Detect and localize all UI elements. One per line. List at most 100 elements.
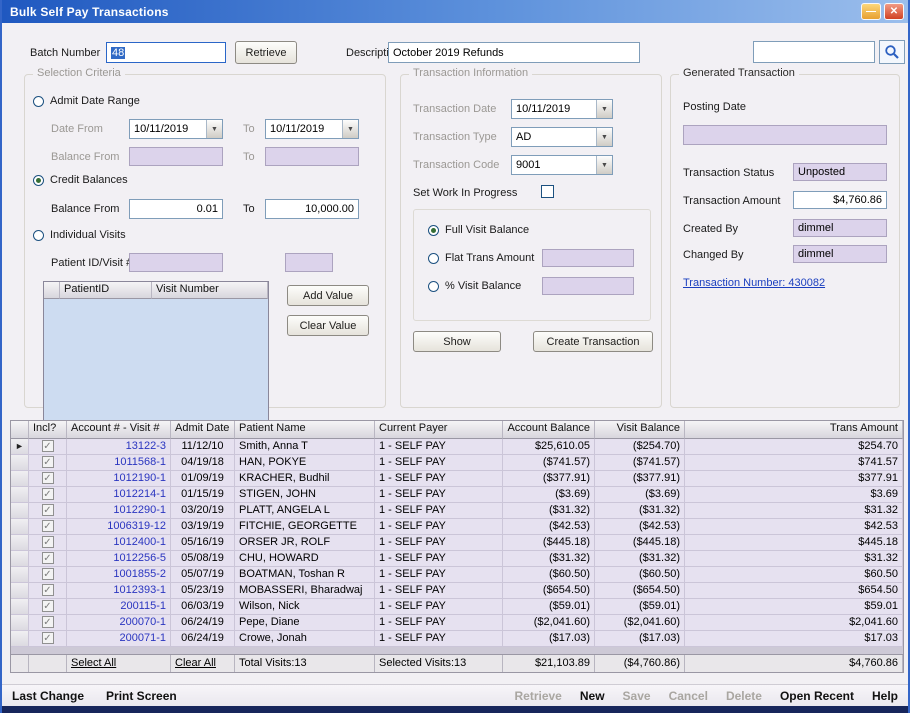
chevron-down-icon[interactable]: ▼: [596, 156, 612, 174]
flat-trans-amount-radio[interactable]: [428, 253, 439, 264]
account-visit-link[interactable]: 1012393-1: [67, 583, 171, 599]
search-input[interactable]: [753, 41, 875, 63]
incl-checkbox[interactable]: ✓: [42, 472, 54, 484]
table-row[interactable]: ✓1012400-105/16/19ORSER JR, ROLF1 - SELF…: [11, 535, 903, 551]
add-value-button[interactable]: Add Value: [287, 285, 369, 306]
chevron-down-icon[interactable]: ▼: [596, 128, 612, 146]
date-to-picker[interactable]: 10/11/2019 ▼: [265, 119, 359, 139]
incl-checkbox[interactable]: ✓: [42, 520, 54, 532]
row-selector-cell[interactable]: [11, 631, 29, 647]
transaction-type-select[interactable]: AD ▼: [511, 127, 613, 147]
statusbar-help-button[interactable]: Help: [872, 689, 898, 703]
select-all-button[interactable]: Select All: [67, 655, 171, 672]
credit-balance-from-input[interactable]: 0.01: [129, 199, 223, 219]
chevron-down-icon[interactable]: ▼: [206, 120, 222, 138]
transaction-number-link[interactable]: Transaction Number: 430082: [683, 277, 825, 289]
table-row[interactable]: ✓1012256-505/08/19CHU, HOWARD1 - SELF PA…: [11, 551, 903, 567]
retrieve-button[interactable]: Retrieve: [235, 41, 297, 64]
row-selector-cell[interactable]: [11, 503, 29, 519]
account-visit-link[interactable]: 1012256-5: [67, 551, 171, 567]
account-visit-link[interactable]: 200071-1: [67, 631, 171, 647]
row-selector-cell[interactable]: [11, 583, 29, 599]
incl-checkbox[interactable]: ✓: [42, 600, 54, 612]
account-visit-link[interactable]: 1012290-1: [67, 503, 171, 519]
incl-checkbox[interactable]: ✓: [42, 616, 54, 628]
table-row[interactable]: ✓1012190-101/09/19KRACHER, Budhil1 - SEL…: [11, 471, 903, 487]
show-button[interactable]: Show: [413, 331, 501, 352]
clear-all-button[interactable]: Clear All: [171, 655, 235, 672]
set-wip-checkbox[interactable]: [541, 185, 554, 198]
row-selector-cell[interactable]: [11, 471, 29, 487]
table-row[interactable]: ✓1001855-205/07/19BOATMAN, Toshan R1 - S…: [11, 567, 903, 583]
account-visit-link[interactable]: 13122-3: [67, 439, 171, 455]
table-row[interactable]: ✓1012290-103/20/19PLATT, ANGELA L1 - SEL…: [11, 503, 903, 519]
date-from-picker[interactable]: 10/11/2019 ▼: [129, 119, 223, 139]
table-row[interactable]: ✓1012214-101/15/19STIGEN, JOHN1 - SELF P…: [11, 487, 903, 503]
col-header-current-payer[interactable]: Current Payer: [375, 421, 503, 439]
individual-visits-radio[interactable]: [33, 230, 44, 241]
statusbar-open-recent-button[interactable]: Open Recent: [780, 689, 854, 703]
print-screen-button[interactable]: Print Screen: [106, 689, 177, 703]
description-input[interactable]: October 2019 Refunds: [388, 42, 640, 63]
account-visit-link[interactable]: 1012400-1: [67, 535, 171, 551]
chevron-down-icon[interactable]: ▼: [342, 120, 358, 138]
incl-checkbox[interactable]: ✓: [42, 536, 54, 548]
admit-date-range-radio[interactable]: [33, 96, 44, 107]
table-row[interactable]: ✓1011568-104/19/18HAN, POKYE1 - SELF PAY…: [11, 455, 903, 471]
batch-number-input[interactable]: 48: [106, 42, 226, 63]
minimize-button[interactable]: —: [861, 3, 881, 20]
account-visit-link[interactable]: 200115-1: [67, 599, 171, 615]
col-header-admit-date[interactable]: Admit Date: [171, 421, 235, 439]
list-visitnumber-header[interactable]: Visit Number: [152, 282, 268, 299]
col-header-account[interactable]: Account # - Visit #: [67, 421, 171, 439]
patient-visit-list[interactable]: PatientID Visit Number: [43, 281, 269, 427]
percent-visit-balance-radio[interactable]: [428, 281, 439, 292]
account-visit-link[interactable]: 200070-1: [67, 615, 171, 631]
row-selector-cell[interactable]: [11, 487, 29, 503]
transaction-code-select[interactable]: 9001 ▼: [511, 155, 613, 175]
incl-checkbox[interactable]: ✓: [42, 568, 54, 580]
incl-checkbox[interactable]: ✓: [42, 584, 54, 596]
col-header-incl[interactable]: Incl?: [29, 421, 67, 439]
row-selector-cell[interactable]: [11, 567, 29, 583]
account-visit-link[interactable]: 1011568-1: [67, 455, 171, 471]
table-row[interactable]: ✓200070-106/24/19Pepe, Diane1 - SELF PAY…: [11, 615, 903, 631]
account-visit-link[interactable]: 1012214-1: [67, 487, 171, 503]
table-row[interactable]: ►✓13122-311/12/10Smith, Anna T1 - SELF P…: [11, 439, 903, 455]
credit-balance-to-input[interactable]: 10,000.00: [265, 199, 359, 219]
table-row[interactable]: ✓200115-106/03/19Wilson, Nick1 - SELF PA…: [11, 599, 903, 615]
account-visit-link[interactable]: 1012190-1: [67, 471, 171, 487]
incl-checkbox[interactable]: ✓: [42, 456, 54, 468]
row-selector-cell[interactable]: [11, 599, 29, 615]
account-visit-link[interactable]: 1001855-2: [67, 567, 171, 583]
transaction-date-picker[interactable]: 10/11/2019 ▼: [511, 99, 613, 119]
row-selector-cell[interactable]: [11, 615, 29, 631]
incl-checkbox[interactable]: ✓: [42, 632, 54, 644]
last-change-button[interactable]: Last Change: [12, 689, 84, 703]
row-selector-cell[interactable]: [11, 551, 29, 567]
table-row[interactable]: ✓1006319-1203/19/19FITCHIE, GEORGETTE1 -…: [11, 519, 903, 535]
col-header-trans-amount[interactable]: Trans Amount: [685, 421, 903, 439]
row-selector-cell[interactable]: [11, 535, 29, 551]
table-row[interactable]: ✓200071-106/24/19Crowe, Jonah1 - SELF PA…: [11, 631, 903, 647]
table-row[interactable]: ✓1012393-105/23/19MOBASSERI, Bharadwaj1 …: [11, 583, 903, 599]
credit-balances-radio[interactable]: [33, 175, 44, 186]
list-patientid-header[interactable]: PatientID: [60, 282, 152, 299]
close-button[interactable]: ✕: [884, 3, 904, 20]
col-header-visit-balance[interactable]: Visit Balance: [595, 421, 685, 439]
create-transaction-button[interactable]: Create Transaction: [533, 331, 653, 352]
incl-checkbox[interactable]: ✓: [42, 488, 54, 500]
incl-checkbox[interactable]: ✓: [42, 552, 54, 564]
full-visit-balance-radio[interactable]: [428, 225, 439, 236]
incl-checkbox[interactable]: ✓: [42, 504, 54, 516]
clear-value-button[interactable]: Clear Value: [287, 315, 369, 336]
col-header-account-balance[interactable]: Account Balance: [503, 421, 595, 439]
incl-checkbox[interactable]: ✓: [42, 440, 54, 452]
row-selector-cell[interactable]: [11, 519, 29, 535]
row-selector-cell[interactable]: [11, 455, 29, 471]
chevron-down-icon[interactable]: ▼: [596, 100, 612, 118]
account-visit-link[interactable]: 1006319-12: [67, 519, 171, 535]
search-button[interactable]: [879, 40, 905, 64]
row-selector-cell[interactable]: ►: [11, 439, 29, 455]
col-header-patient-name[interactable]: Patient Name: [235, 421, 375, 439]
